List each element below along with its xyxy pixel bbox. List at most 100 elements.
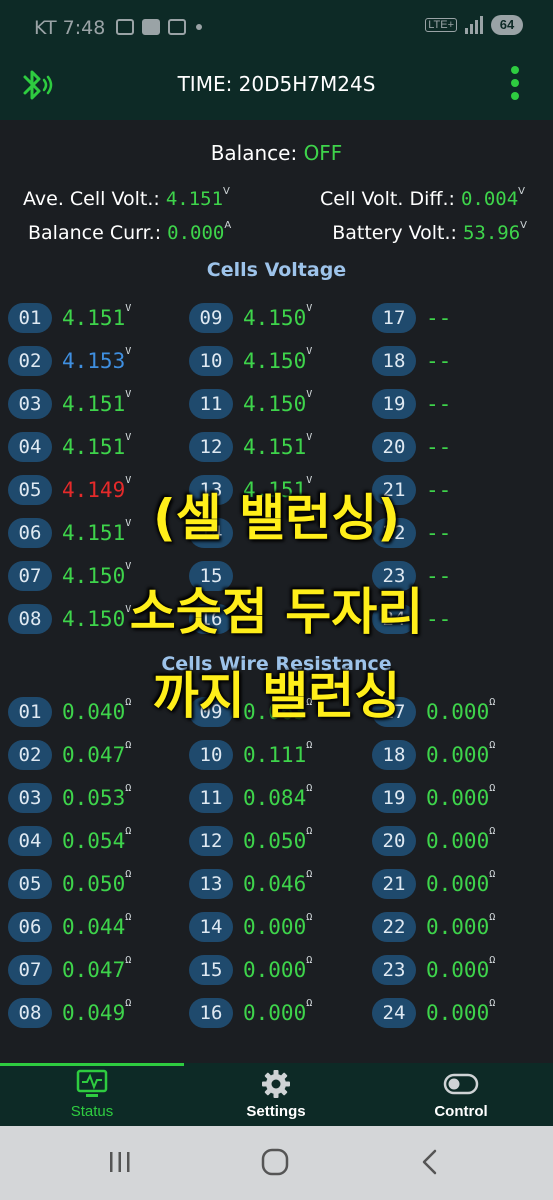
home-icon[interactable] [260,1148,290,1176]
cells-resistance-title: Cells Wire Resistance [161,653,392,675]
system-status-bar: KT 7:48 LTE+ 64 [0,0,553,58]
signal-icon [465,16,483,34]
resistance-value: 0.046Ω [243,869,313,896]
resistance-cell-22: 22 0.000Ω [372,912,495,942]
tab-settings[interactable]: Settings [184,1069,368,1120]
cell-number-badge: 22 [372,518,416,548]
tab-control[interactable]: Control [369,1069,553,1120]
voltage-cell-04: 04 4.151V [8,432,131,462]
resistance-unit: Ω [125,912,132,923]
ave-cell-volt-value: 4.151 [165,188,224,210]
cell-number-badge: 15 [189,561,233,591]
back-icon[interactable] [418,1148,442,1176]
resistance-unit: Ω [306,955,313,966]
cell-volt-diff: Cell Volt. Diff.: 0.004V [320,186,525,210]
resistance-cell-20: 20 0.000Ω [372,826,495,856]
cell-number-badge: 09 [189,303,233,333]
cell-number-badge: 18 [372,346,416,376]
voltage-value: -- [426,478,452,502]
resistance-cell-24: 24 0.000Ω [372,998,495,1028]
voltage-cell-17: 17 -- [372,303,451,333]
voltage-cell-23: 23 -- [372,561,451,591]
cell-number-badge: 13 [189,475,233,505]
voltage-value: 4.150V [62,561,132,588]
resistance-value: 0.000Ω [426,740,496,767]
resistance-value: 0.000Ω [426,697,496,724]
voltage-cell-08: 08 4.150V [8,604,131,634]
uptime-title: TIME: 20D5H7M24S [177,72,376,96]
cell-number-badge: 08 [8,604,52,634]
voltage-unit: V [125,432,132,443]
cell-number-badge: 02 [8,346,52,376]
resistance-cell-11: 11 0.084Ω [189,783,312,813]
mail-icon [142,19,160,35]
cell-number-badge: 20 [372,432,416,462]
ave-cell-volt-label: Ave. Cell Volt.: [23,188,166,210]
ave-cell-volt-unit: V [223,186,230,197]
resistance-unit: Ω [306,740,313,751]
cell-number-badge: 21 [372,869,416,899]
resistance-unit: Ω [489,912,496,923]
cell-number-badge: 21 [372,475,416,505]
resistance-unit: Ω [306,826,313,837]
tab-status-label: Status [70,1103,114,1120]
cell-number-badge: 17 [372,303,416,333]
voltage-cell-10: 10 4.150V [189,346,312,376]
cell-number-badge: 06 [8,912,52,942]
resistance-value: 0.049Ω [62,998,132,1025]
voltage-cell-12: 12 4.151V [189,432,312,462]
resistance-unit: Ω [306,998,313,1009]
resistance-value: 0.000Ω [426,998,496,1025]
voltage-unit: V [125,346,132,357]
more-vert-icon[interactable] [507,66,523,102]
cell-number-badge: 20 [372,826,416,856]
battery-volt-label: Battery Volt.: [332,222,463,244]
resistance-value: 0.084Ω [243,783,313,810]
cell-number-badge: 16 [189,998,233,1028]
resistance-cell-23: 23 0.000Ω [372,955,495,985]
resistance-unit: Ω [489,998,496,1009]
resistance-value: 0.000Ω [426,955,496,982]
recent-apps-icon[interactable] [106,1148,134,1176]
cell-number-badge: 11 [189,783,233,813]
resistance-value: 0.040Ω [62,697,132,724]
bottom-navigation: Status Settings Control [0,1063,553,1126]
voltage-value: 4.151V [62,518,132,545]
resistance-unit: Ω [306,783,313,794]
voltage-value: 4.151V [243,475,313,502]
balance-label: Balance: [210,141,304,165]
voltage-unit: V [306,346,313,357]
resistance-value: 0.053Ω [62,783,132,810]
voltage-value: 4.151V [62,432,132,459]
voltage-cell-16: 16 [189,604,243,634]
screenshot-icon [168,19,186,35]
voltage-cell-13: 13 4.151V [189,475,312,505]
voltage-cell-07: 07 4.150V [8,561,131,591]
resistance-unit: Ω [125,783,132,794]
voltage-value: 4.150V [243,389,313,416]
voltage-unit: V [306,475,313,486]
resistance-cell-03: 03 0.053Ω [8,783,131,813]
resistance-value: 0.063Ω [243,697,313,724]
voltage-cell-22: 22 -- [372,518,451,548]
voltage-unit: V [306,389,313,400]
cell-number-badge: 06 [8,518,52,548]
resistance-value: 0.000Ω [243,955,313,982]
cell-number-badge: 14 [189,518,233,548]
resistance-cell-10: 10 0.111Ω [189,740,312,770]
cell-number-badge: 04 [8,432,52,462]
battery-volt-unit: V [520,220,527,231]
cell-number-badge: 17 [372,697,416,727]
resistance-value: 0.000Ω [426,869,496,896]
battery-volt-value: 53.96 [462,222,521,244]
gear-icon [262,1070,290,1098]
voltage-value: -- [426,306,452,330]
resistance-cell-18: 18 0.000Ω [372,740,495,770]
cell-number-badge: 15 [189,955,233,985]
tab-status[interactable]: Status [0,1069,184,1120]
voltage-value: 4.151V [243,432,313,459]
voltage-unit: V [306,432,313,443]
notification-icon [116,19,134,35]
resistance-unit: Ω [125,869,132,880]
cell-number-badge: 11 [189,389,233,419]
